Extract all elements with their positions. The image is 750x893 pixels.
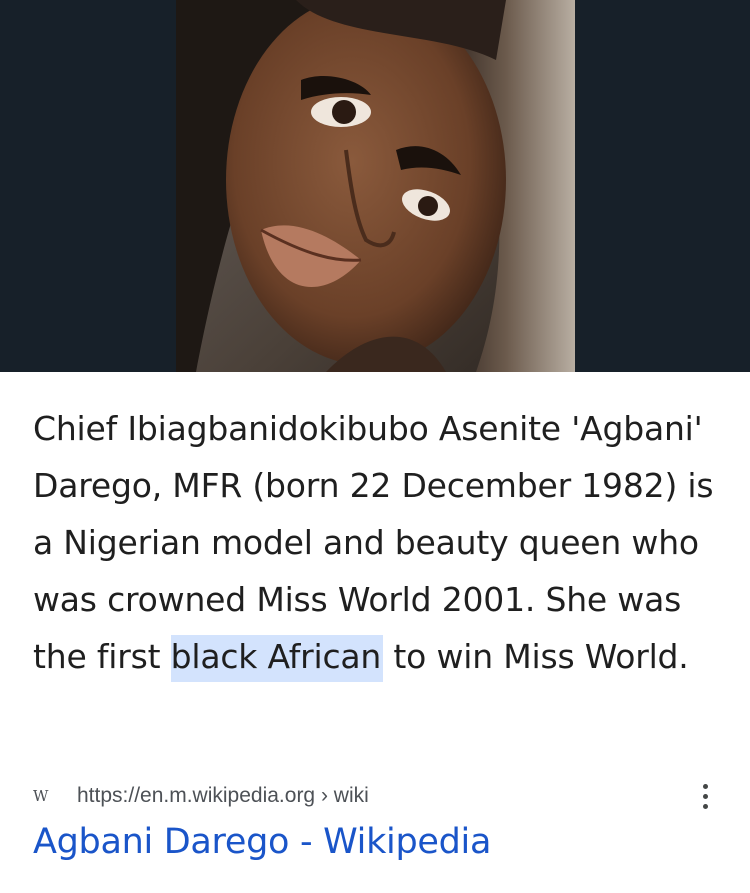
- wikipedia-icon: W: [33, 787, 48, 805]
- more-vert-icon[interactable]: [695, 778, 715, 814]
- snippet-highlight: black African: [170, 635, 384, 682]
- portrait-photo[interactable]: [176, 0, 575, 372]
- result-title-link[interactable]: Agbani Darego - Wikipedia: [33, 822, 491, 862]
- result-snippet: Chief Ibiagbanidokibubo Asenite 'Agbani'…: [33, 400, 723, 685]
- source-row[interactable]: W https://en.m.wikipedia.org › wiki: [33, 778, 723, 814]
- snippet-text-after: to win Miss World.: [383, 637, 689, 676]
- hero-image-panel[interactable]: [0, 0, 750, 372]
- source-url[interactable]: https://en.m.wikipedia.org › wiki: [77, 784, 369, 808]
